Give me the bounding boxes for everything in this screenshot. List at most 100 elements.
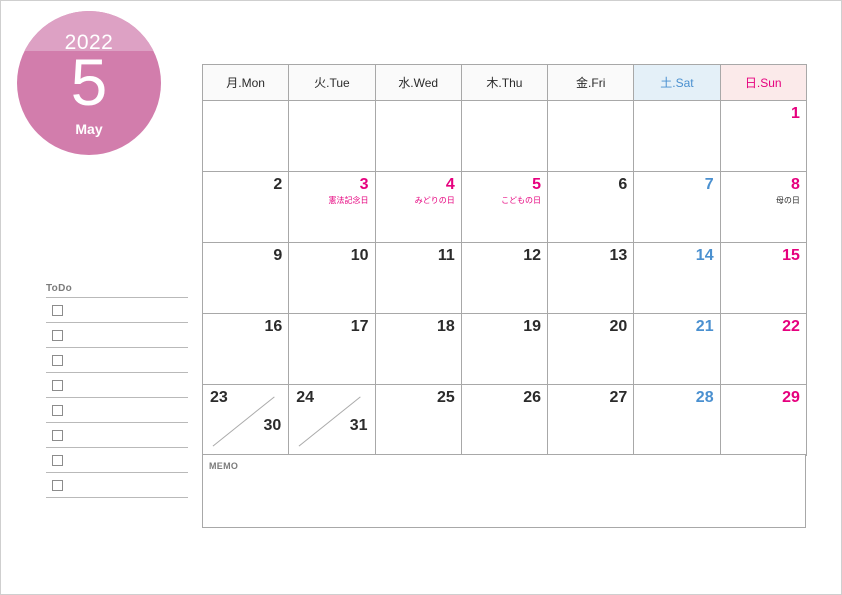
weekday-header-2: 水.Wed [374,64,462,101]
day-number: 22 [782,318,800,335]
day-cell[interactable]: 10 [288,242,376,314]
day-number: 9 [273,247,283,264]
day-number-first: 23 [210,389,228,406]
weekday-header-0: 月.Mon [201,64,290,101]
todo-row[interactable] [46,323,188,348]
calendar-header: 月.Mon 火.Tue 水.Wed 木.Thu 金.Fri 土.Sat 日.Sun [201,64,807,101]
day-cell-empty [633,100,721,172]
todo-row[interactable] [46,448,188,473]
day-number: 6 [618,176,628,193]
month-badge: 2022 5 May [17,11,161,155]
holiday-label: みどりの日 [414,196,455,205]
day-number: 14 [695,247,714,264]
weekday-header-row: 月.Mon 火.Tue 水.Wed 木.Thu 金.Fri 土.Sat 日.Sun [201,64,807,101]
calendar-week-row: 23 30 24 31 25 26 27 28 29 [201,384,807,456]
day-cell[interactable]: 20 [547,313,635,385]
day-cell[interactable]: 25 [374,384,462,456]
day-cell-empty [201,100,290,172]
todo-checkbox[interactable] [52,329,63,341]
day-number: 16 [264,318,283,335]
calendar-body: 1 2 3 憲法記念日 4 みどりの日 5 こどもの日 6 7 8 母の日 9 10 11 12 13 14 15 1… [201,100,807,456]
memo-box[interactable]: MEMO [202,454,806,528]
calendar-week-row: 16 17 18 19 20 21 22 [201,313,807,385]
day-number: 19 [523,318,542,335]
todo-row[interactable] [46,348,188,373]
day-number: 12 [523,247,542,264]
day-cell[interactable]: 24 31 [288,384,376,456]
day-cell[interactable]: 2 [201,171,290,243]
weekday-header-6: 日.Sun [719,64,807,101]
day-cell[interactable]: 14 [633,242,721,314]
day-cell[interactable]: 22 [719,313,807,385]
todo-checkbox[interactable] [52,354,63,366]
calendar-week-row: 1 [201,100,807,172]
day-cell[interactable]: 7 [633,171,721,243]
calendar-week-row: 2 3 憲法記念日 4 みどりの日 5 こどもの日 6 7 8 母の日 [201,171,807,243]
day-number: 28 [695,389,714,406]
day-number: 7 [704,176,714,193]
day-cell[interactable]: 13 [547,242,635,314]
day-cell[interactable]: 12 [460,242,549,314]
day-cell[interactable]: 23 30 [201,384,290,456]
day-number: 5 [532,176,542,193]
todo-row[interactable] [46,473,188,498]
day-number: 27 [609,389,628,406]
day-cell-empty [288,100,376,172]
weekday-header-4: 金.Fri [547,64,635,101]
todo-checkbox[interactable] [52,304,63,316]
todo-checkbox[interactable] [52,454,63,466]
day-number: 29 [782,389,800,406]
day-cell[interactable]: 1 [719,100,807,172]
weekday-header-3: 木.Thu [460,64,549,101]
day-cell[interactable]: 6 [547,171,635,243]
todo-checkbox[interactable] [52,379,63,391]
day-cell[interactable]: 28 [633,384,721,456]
day-number: 21 [695,318,714,335]
day-cell[interactable]: 26 [460,384,549,456]
day-cell[interactable]: 19 [460,313,549,385]
badge-month-name: May [75,121,103,137]
day-cell[interactable]: 29 [719,384,807,456]
todo-row[interactable] [46,373,188,398]
day-cell[interactable]: 16 [201,313,290,385]
day-number: 13 [609,247,628,264]
memo-title: MEMO [209,461,239,471]
todo-panel: ToDo [46,283,188,498]
day-number: 1 [790,105,800,122]
day-number: 4 [445,176,455,193]
day-cell[interactable]: 3 憲法記念日 [288,171,376,243]
day-cell[interactable]: 17 [288,313,376,385]
day-cell[interactable]: 27 [547,384,635,456]
todo-row[interactable] [46,298,188,323]
todo-row[interactable] [46,398,188,423]
day-cell[interactable]: 8 母の日 [719,171,807,243]
day-cell[interactable]: 5 こどもの日 [460,171,549,243]
todo-checkbox[interactable] [52,429,63,441]
holiday-label: 母の日 [775,196,800,205]
weekday-header-1: 火.Tue [288,64,376,101]
day-number: 18 [437,318,455,335]
holiday-label: こどもの日 [501,196,542,205]
todo-checkbox[interactable] [52,404,63,416]
day-number: 11 [437,247,455,264]
day-cell[interactable]: 18 [374,313,462,385]
day-number: 26 [523,389,542,406]
day-cell[interactable]: 21 [633,313,721,385]
day-cell[interactable]: 4 みどりの日 [374,171,462,243]
day-number-second: 30 [263,417,282,434]
day-number: 25 [437,389,455,406]
day-number: 10 [350,247,369,264]
day-number: 15 [782,247,800,264]
day-cell[interactable]: 9 [201,242,290,314]
day-cell-empty [460,100,549,172]
day-cell[interactable]: 11 [374,242,462,314]
todo-row[interactable] [46,423,188,448]
todo-row-list [46,298,188,498]
calendar-grid: 月.Mon 火.Tue 水.Wed 木.Thu 金.Fri 土.Sat 日.Sun 123憲… [201,64,807,456]
day-cell[interactable]: 15 [719,242,807,314]
todo-checkbox[interactable] [52,479,63,491]
day-cell-empty [547,100,635,172]
calendar-page: 2022 5 May ToDo 月.Mon 火.Tue 水.Wed 木.Thu 金.Fr… [0,0,842,595]
calendar-week-row: 9 10 11 12 13 14 15 [201,242,807,314]
day-number: 8 [790,176,800,193]
